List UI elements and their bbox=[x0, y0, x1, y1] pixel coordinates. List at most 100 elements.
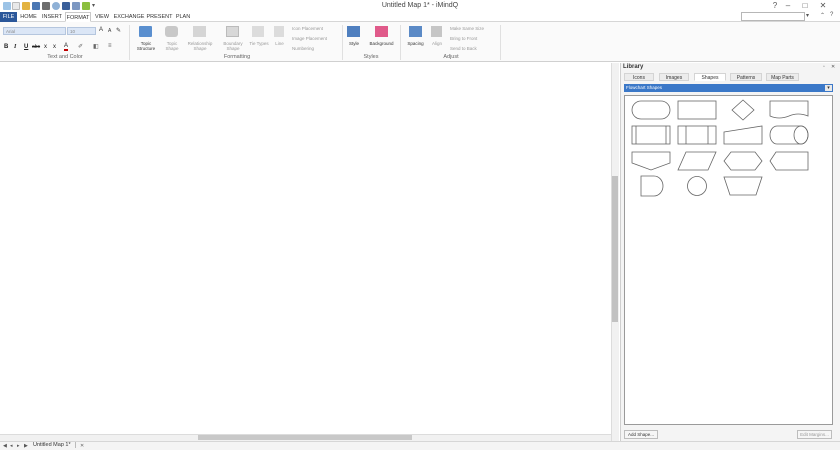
alignment-icon[interactable]: ≡ bbox=[108, 43, 112, 49]
predefined-process-shape[interactable] bbox=[631, 125, 671, 145]
fill-color-icon[interactable]: ◧ bbox=[93, 43, 99, 50]
bold-button[interactable]: B bbox=[4, 44, 8, 50]
topic-structure-icon bbox=[139, 26, 152, 37]
style-icon bbox=[347, 26, 360, 37]
boundary-shape-button[interactable]: Boundary Shape bbox=[219, 41, 247, 51]
ribbon-separator bbox=[129, 25, 130, 60]
document-tab[interactable]: Untitled Map 1* bbox=[33, 442, 76, 448]
clear-format-icon[interactable]: ✎ bbox=[116, 27, 121, 34]
ribbon-options-chevron-icon[interactable]: ▾ bbox=[806, 12, 809, 19]
data-shape[interactable] bbox=[677, 151, 717, 171]
boundary-shape-icon bbox=[226, 26, 239, 37]
direct-storage-shape[interactable] bbox=[769, 125, 809, 145]
topic-structure-button[interactable]: Topic Structure bbox=[133, 41, 159, 51]
process-shape[interactable] bbox=[677, 100, 717, 120]
last-page-icon[interactable]: ▶ bbox=[24, 443, 28, 449]
grow-font-icon[interactable]: A bbox=[99, 27, 103, 33]
dropdown-arrow-icon[interactable]: ▾ bbox=[825, 85, 832, 91]
manual-operation-shape[interactable] bbox=[631, 151, 671, 171]
map-canvas[interactable] bbox=[0, 63, 611, 434]
send-to-back-button[interactable]: Send to Back bbox=[450, 46, 477, 51]
highlight-color-icon[interactable]: ✐ bbox=[78, 43, 83, 50]
previous-page-icon[interactable]: ◂ bbox=[10, 443, 13, 449]
minimize-button[interactable]: – bbox=[783, 1, 793, 11]
superscript-button[interactable]: x bbox=[53, 44, 56, 50]
library-tab-map-parts[interactable]: Map Parts bbox=[766, 73, 799, 81]
preparation-shape[interactable] bbox=[723, 151, 763, 171]
relationship-shape-icon bbox=[193, 26, 206, 37]
window-title: Untitled Map 1* - iMindQ bbox=[381, 2, 459, 9]
library-tab-images[interactable]: Images bbox=[659, 73, 689, 81]
add-shape-button[interactable]: Add Shape... bbox=[624, 430, 658, 439]
close-button[interactable]: ✕ bbox=[818, 1, 828, 11]
library-tab-icons[interactable]: Icons bbox=[624, 73, 654, 81]
strikethrough-button[interactable]: abc bbox=[32, 44, 40, 50]
tie-types-button[interactable]: Tie Types bbox=[249, 41, 269, 46]
font-name-select[interactable]: Arial bbox=[3, 27, 66, 35]
tab-exchange[interactable]: EXCHANGE bbox=[113, 12, 145, 22]
subscript-button[interactable]: x bbox=[44, 44, 47, 50]
manual-input-shape[interactable] bbox=[723, 125, 763, 145]
maximize-button[interactable]: □ bbox=[800, 1, 810, 11]
tab-file[interactable]: FILE bbox=[0, 12, 17, 22]
ribbon-separator bbox=[400, 25, 401, 60]
ribbon-separator bbox=[342, 25, 343, 60]
search-input[interactable] bbox=[741, 12, 805, 21]
title-bar: ▾ Untitled Map 1* - iMindQ ? – □ ✕ bbox=[0, 0, 840, 12]
make-same-size-button[interactable]: Make Same Size bbox=[450, 26, 484, 31]
shape-set-select[interactable]: Flowchart Shapes bbox=[624, 84, 833, 92]
help-icon[interactable]: ? bbox=[770, 1, 780, 11]
group-label-adjust: Adjust bbox=[443, 54, 459, 60]
horizontal-scroll-thumb[interactable] bbox=[198, 435, 412, 440]
topic-shape-icon bbox=[165, 26, 178, 37]
vertical-scroll-thumb[interactable] bbox=[612, 176, 618, 322]
line-icon bbox=[274, 26, 284, 37]
decision-shape[interactable] bbox=[731, 99, 755, 121]
italic-button[interactable]: I bbox=[14, 44, 16, 50]
align-button[interactable]: Align bbox=[428, 41, 446, 46]
underline-button[interactable]: U bbox=[24, 44, 28, 50]
tab-insert[interactable]: INSERT bbox=[40, 12, 64, 22]
status-bar bbox=[0, 441, 840, 450]
close-document-icon[interactable]: ✕ bbox=[80, 443, 84, 449]
tab-present[interactable]: PRESENT bbox=[146, 12, 173, 22]
ribbon-separator bbox=[500, 25, 501, 60]
library-tab-patterns[interactable]: Patterns bbox=[730, 73, 762, 81]
numbering-button[interactable]: Numbering bbox=[292, 46, 314, 51]
display-shape[interactable] bbox=[769, 151, 809, 171]
internal-storage-shape[interactable] bbox=[677, 125, 717, 145]
tab-plan[interactable]: PLAN bbox=[174, 12, 192, 22]
align-icon bbox=[431, 26, 442, 37]
image-placement-button[interactable]: Image Placement bbox=[292, 36, 327, 41]
loop-limit-shape[interactable] bbox=[723, 176, 763, 196]
first-page-icon[interactable]: ◀ bbox=[3, 443, 7, 449]
document-shape[interactable] bbox=[769, 100, 809, 120]
topic-shape-button[interactable]: Topic Shape bbox=[161, 41, 183, 51]
bring-to-front-button[interactable]: Bring to Front bbox=[450, 36, 477, 41]
expand-ribbon-icon[interactable]: ⌃ bbox=[820, 12, 825, 19]
next-page-icon[interactable]: ▸ bbox=[17, 443, 20, 449]
group-label-styles: Styles bbox=[363, 54, 379, 60]
icon-placement-button[interactable]: Icon Placement bbox=[292, 26, 323, 31]
tab-home[interactable]: HOME bbox=[18, 12, 39, 22]
tab-view[interactable]: VIEW bbox=[92, 12, 112, 22]
relationship-shape-button[interactable]: Relationship Shape bbox=[184, 41, 216, 51]
help-icon[interactable]: ? bbox=[830, 12, 833, 18]
pin-icon[interactable]: ▫ bbox=[823, 64, 825, 70]
background-icon bbox=[375, 26, 388, 37]
library-tab-shapes[interactable]: Shapes bbox=[694, 73, 726, 81]
font-size-select[interactable]: 10 bbox=[67, 27, 96, 35]
font-color-icon[interactable]: A bbox=[64, 43, 69, 51]
spacing-button[interactable]: Spacing bbox=[404, 41, 427, 46]
line-button[interactable]: Line bbox=[271, 41, 288, 46]
tab-format[interactable]: FORMAT bbox=[65, 12, 91, 22]
close-panel-icon[interactable]: ✕ bbox=[831, 64, 835, 70]
edit-margins-button[interactable]: Edit Margins... bbox=[797, 430, 832, 439]
background-button[interactable]: Background bbox=[368, 41, 395, 46]
style-button[interactable]: Style bbox=[345, 41, 363, 46]
connector-shape[interactable] bbox=[686, 175, 708, 197]
shrink-font-icon[interactable]: A bbox=[108, 28, 111, 34]
delay-shape[interactable] bbox=[640, 175, 664, 197]
terminator-shape[interactable] bbox=[631, 100, 671, 120]
group-label-formatting: Formatting bbox=[223, 54, 251, 60]
